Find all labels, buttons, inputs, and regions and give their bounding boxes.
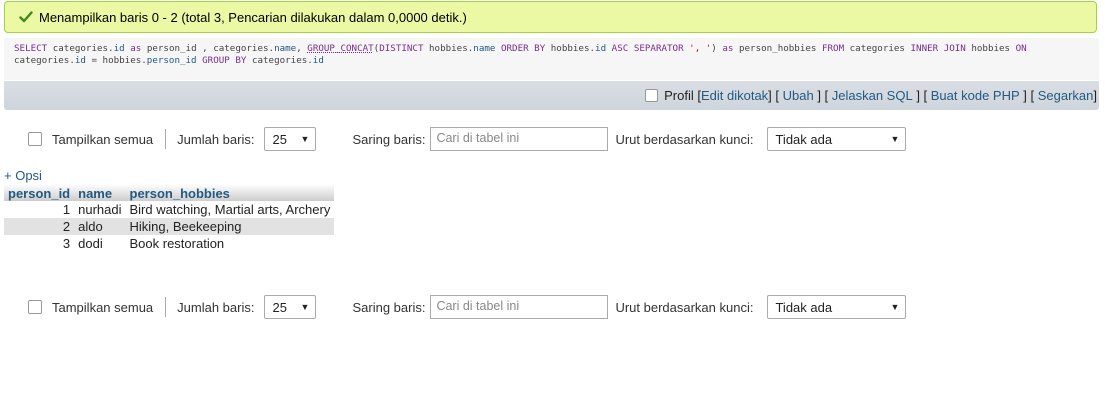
cell-person-id[interactable]: 1 <box>4 201 74 218</box>
sql-token: ORDER BY <box>500 43 546 54</box>
show-all-label: Tampilkan semua <box>52 131 154 147</box>
sql-query: SELECT categories.id as person_id , cate… <box>4 38 1099 80</box>
cell-name[interactable]: nurhadi <box>74 201 125 218</box>
cell-person-hobbies[interactable]: Book restoration <box>126 235 335 252</box>
check-icon <box>19 11 33 23</box>
sql-token: hobbies. <box>423 43 474 54</box>
cell-name[interactable]: dodi <box>74 235 125 252</box>
query-tools-bar: Profil [Edit dikotak] [ Ubah ] [ Jelaska… <box>4 81 1099 110</box>
sql-token: ON <box>1015 43 1027 54</box>
sql-token: GROUP BY <box>202 55 247 66</box>
cell-person-hobbies[interactable]: Bird watching, Martial arts, Archery <box>126 201 335 218</box>
sort-select[interactable]: Tidak ada ▼ <box>767 127 907 151</box>
divider <box>165 129 167 149</box>
sql-token: person_id <box>146 55 197 66</box>
sql-token: categories. <box>246 55 313 66</box>
show-all-checkbox[interactable] <box>28 132 42 146</box>
profil-label: Profil <box>664 88 694 103</box>
sql-token: ) <box>711 43 723 54</box>
sql-token: INNER JOIN <box>910 43 966 54</box>
table-header-row: person_id name person_hobbies <box>4 184 335 201</box>
column-header-person-hobbies[interactable]: person_hobbies <box>125 184 335 201</box>
table-row[interactable]: 2 aldo Hiking, Beekeeping <box>4 218 335 235</box>
sql-token: id <box>113 43 125 54</box>
rows-select[interactable]: 25 ▼ <box>264 127 317 151</box>
sql-token: categories. <box>14 55 75 66</box>
sql-token: ', ' <box>689 43 712 54</box>
sql-token: id <box>595 43 607 54</box>
table-row[interactable]: 3 dodi Book restoration <box>4 235 334 252</box>
sql-token: DISTINCT <box>379 43 424 54</box>
sql-token: FROM <box>821 43 845 54</box>
filter-input[interactable]: Cari di tabel ini <box>430 127 609 151</box>
results-table: person_id name person_hobbies 1 nurhadi … <box>4 184 335 252</box>
cell-person-id[interactable]: 3 <box>4 235 74 252</box>
success-message-text: Menampilkan baris 0 - 2 (total 3, Pencar… <box>39 9 467 25</box>
divider <box>165 297 167 317</box>
sql-token: categories <box>844 43 911 54</box>
sort-label: Urut berdasarkan kunci: <box>615 299 754 315</box>
sql-token: id <box>312 55 324 66</box>
column-header-person-id[interactable]: person_id <box>4 184 75 201</box>
sort-select[interactable]: Tidak ada ▼ <box>767 295 907 319</box>
sql-token: SEPARATOR <box>633 43 684 54</box>
sort-select-value: Tidak ada <box>775 131 833 147</box>
sql-token: , <box>296 43 308 54</box>
sql-token: name <box>473 43 496 54</box>
sql-token: id <box>74 55 86 66</box>
rows-select[interactable]: 25 ▼ <box>264 295 317 319</box>
sql-token: SELECT <box>14 43 48 54</box>
sql-token: hobbies <box>965 43 1016 54</box>
cell-person-id[interactable]: 2 <box>4 218 75 235</box>
sql-line-2: categories.id = hobbies.person_id GROUP … <box>14 55 1089 67</box>
sql-token: categories. <box>47 43 114 54</box>
filter-label: Saring baris: <box>352 299 426 315</box>
dropdown-arrow-icon: ▼ <box>300 302 310 312</box>
edit-inline-link[interactable]: Edit dikotak <box>701 88 768 103</box>
table-navigation-top: Tampilkan semua Jumlah baris: 25 ▼ Sarin… <box>28 126 907 152</box>
sort-select-value: Tidak ada <box>775 299 833 315</box>
filter-input[interactable]: Cari di tabel ini <box>430 295 609 319</box>
rows-select-value: 25 <box>272 131 287 147</box>
cell-name[interactable]: aldo <box>74 218 126 235</box>
dropdown-arrow-icon: ▼ <box>890 302 900 312</box>
table-navigation-bottom: Tampilkan semua Jumlah baris: 25 ▼ Sarin… <box>28 294 907 320</box>
show-all-checkbox[interactable] <box>28 300 42 314</box>
cell-person-hobbies[interactable]: Hiking, Beekeeping <box>125 218 335 235</box>
sql-token: person_id , categories. <box>141 43 275 54</box>
sql-token: hobbies. <box>545 43 596 54</box>
sql-token: = hobbies. <box>85 55 147 66</box>
options-link[interactable]: + Opsi <box>4 168 42 183</box>
explain-sql-link[interactable]: Jelaskan SQL <box>832 88 913 103</box>
dropdown-arrow-icon: ▼ <box>300 134 310 144</box>
profil-checkbox[interactable] <box>645 89 659 102</box>
sql-token: as <box>722 43 734 54</box>
sql-token[interactable]: GROUP_CONCAT <box>307 43 373 54</box>
sql-line-1: SELECT categories.id as person_id , cate… <box>14 43 1089 55</box>
rows-label: Jumlah baris: <box>177 131 255 147</box>
create-php-code-link[interactable]: Buat kode PHP <box>931 88 1020 103</box>
rows-label: Jumlah baris: <box>177 299 255 315</box>
refresh-link[interactable]: Segarkan <box>1038 88 1094 103</box>
edit-link[interactable]: Ubah <box>783 88 814 103</box>
dropdown-arrow-icon: ▼ <box>890 134 900 144</box>
show-all-label: Tampilkan semua <box>52 299 154 315</box>
sql-token: name <box>274 43 297 54</box>
column-header-name[interactable]: name <box>74 184 126 201</box>
table-row[interactable]: 1 nurhadi Bird watching, Martial arts, A… <box>4 201 334 218</box>
sql-token: person_hobbies <box>733 43 822 54</box>
sql-token: as <box>130 43 142 54</box>
filter-label: Saring baris: <box>352 131 426 147</box>
sort-label: Urut berdasarkan kunci: <box>615 131 754 147</box>
success-message: Menampilkan baris 0 - 2 (total 3, Pencar… <box>4 1 1097 33</box>
rows-select-value: 25 <box>272 299 287 315</box>
sql-token: ASC <box>611 43 629 54</box>
